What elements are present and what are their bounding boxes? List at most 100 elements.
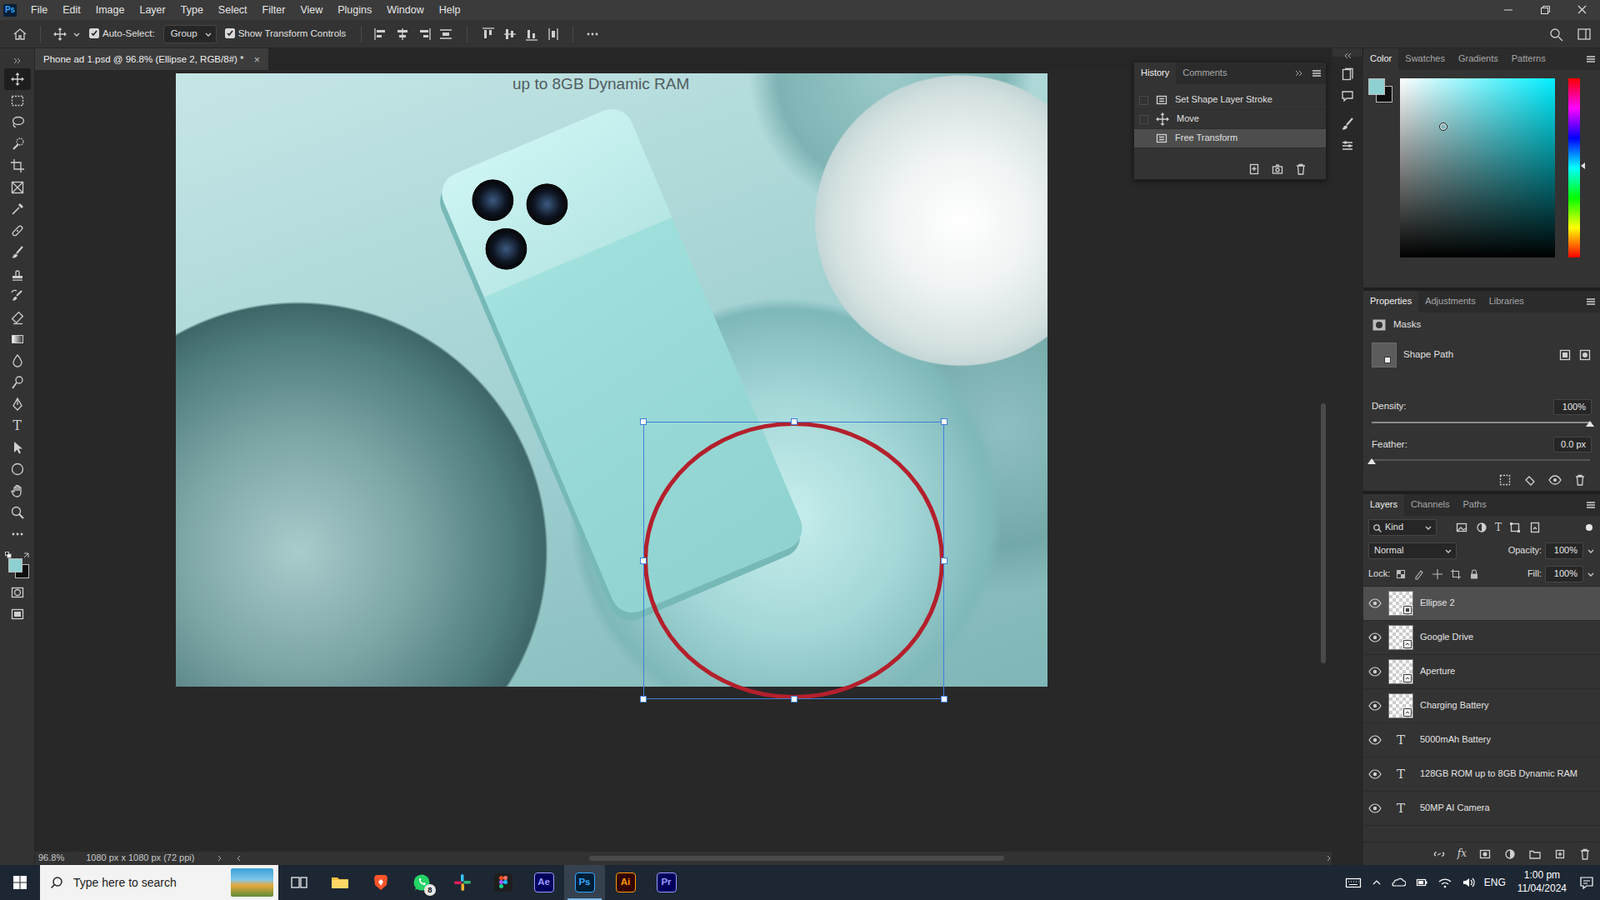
eye-icon[interactable]: [1368, 767, 1382, 781]
close-tab-button[interactable]: ×: [254, 53, 261, 67]
trash-icon[interactable]: [1294, 162, 1308, 176]
eye-icon[interactable]: [1368, 699, 1382, 713]
pathselect-tool[interactable]: [4, 436, 31, 459]
panel-menu-icon[interactable]: [1585, 295, 1597, 308]
properties-tab[interactable]: Properties: [1363, 290, 1419, 313]
brush-settings-icon[interactable]: [1340, 116, 1355, 132]
visibility-icon[interactable]: [1548, 473, 1562, 487]
align-icon[interactable]: [373, 26, 389, 42]
collapse-panels-icon[interactable]: [1340, 51, 1355, 60]
align-icon[interactable]: [480, 26, 496, 42]
color-picker-handle[interactable]: [1439, 122, 1448, 131]
eye-icon[interactable]: [1368, 699, 1382, 713]
collapse-panels-icon[interactable]: [1340, 51, 1355, 60]
add-vector-mask-icon[interactable]: [1578, 348, 1592, 362]
shape-filter-icon[interactable]: [1508, 520, 1522, 535]
lock-pixels-icon[interactable]: [1413, 568, 1425, 580]
stamp-tool[interactable]: [4, 263, 31, 285]
eye-icon[interactable]: [1368, 596, 1382, 610]
layer-row[interactable]: Aperture: [1363, 655, 1600, 690]
eye-icon[interactable]: [1368, 767, 1382, 781]
color-field[interactable]: [1400, 78, 1555, 258]
hue-slider[interactable]: [1568, 78, 1580, 258]
scrollbar-thumb[interactable]: [1320, 403, 1326, 664]
workspace-icon[interactable]: [1576, 26, 1592, 42]
more-options-icon[interactable]: [585, 26, 600, 42]
zoom-tool[interactable]: [4, 501, 31, 524]
chevron-right-icon[interactable]: [215, 854, 223, 863]
clock[interactable]: 1:00 pm11/04/2024: [1514, 869, 1570, 895]
fill-value[interactable]: 100%: [1545, 565, 1584, 582]
collapse-icon[interactable]: [12, 56, 23, 65]
eye-icon[interactable]: [1368, 733, 1382, 747]
menu-item[interactable]: View: [292, 4, 330, 17]
lock-transparency-icon[interactable]: [1395, 568, 1407, 580]
panel-menu-icon[interactable]: [1585, 53, 1597, 65]
auto-select-checkbox-box[interactable]: [89, 28, 100, 39]
vertical-scrollbar[interactable]: [1320, 70, 1327, 852]
layer-row[interactable]: T50MP AI Camera: [1363, 791, 1600, 826]
minimize-icon[interactable]: [1490, 0, 1527, 20]
workspace-icon[interactable]: [1576, 26, 1592, 42]
layer-row[interactable]: Google Drive: [1363, 620, 1600, 655]
gradient-tool[interactable]: [4, 328, 31, 350]
snapshot-source-box[interactable]: [1139, 115, 1149, 125]
new-group-icon[interactable]: [1528, 847, 1542, 861]
transform-handle[interactable]: [790, 418, 798, 425]
healing-tool[interactable]: [4, 220, 31, 242]
document-canvas[interactable]: up to 8GB Dynamic RAM: [175, 73, 1048, 687]
history-state[interactable]: Set Shape Layer Stroke: [1134, 90, 1326, 110]
new-document-icon[interactable]: [1247, 162, 1261, 176]
comments-icon[interactable]: [1340, 88, 1355, 104]
history-panel-icon[interactable]: [1340, 66, 1355, 82]
home-icon[interactable]: [11, 25, 29, 43]
collapse-icon[interactable]: [12, 56, 23, 65]
screen-mode-button[interactable]: [4, 603, 31, 625]
quick-mask-button[interactable]: [4, 581, 31, 604]
minimize-icon[interactable]: [1490, 0, 1527, 20]
battery-icon[interactable]: [1414, 875, 1430, 890]
foreground-swatch[interactable]: [8, 558, 23, 573]
properties-tab[interactable]: Libraries: [1482, 290, 1531, 313]
filter-toggle[interactable]: [1583, 521, 1595, 534]
align-icon[interactable]: [373, 26, 389, 42]
eye-icon[interactable]: [1368, 801, 1382, 815]
language-indicator[interactable]: ENG: [1484, 876, 1506, 889]
select-mask-icon[interactable]: [1558, 348, 1572, 362]
chevron-right-icon[interactable]: [215, 854, 223, 863]
onedrive-icon[interactable]: [1390, 875, 1406, 890]
transform-handle[interactable]: [640, 557, 647, 565]
delete-layer-icon[interactable]: [1578, 847, 1592, 861]
new-layer-icon[interactable]: [1553, 847, 1567, 861]
lock-position-icon[interactable]: [1431, 568, 1444, 580]
menu-item[interactable]: Edit: [55, 4, 89, 17]
layer-row[interactable]: T5000mAh Battery: [1363, 723, 1600, 758]
menu-item[interactable]: Help: [431, 4, 469, 17]
canvas-area[interactable]: up to 8GB Dynamic RAM: [35, 70, 1332, 852]
close-icon[interactable]: [1563, 0, 1600, 20]
new-group-icon[interactable]: [1528, 847, 1542, 861]
link-layers-icon[interactable]: [1432, 847, 1446, 861]
more-options-icon[interactable]: [585, 26, 600, 42]
hue-slider-marker[interactable]: [1580, 162, 1585, 170]
panel-menu-icon[interactable]: [1310, 67, 1323, 80]
load-selection-icon[interactable]: [1498, 473, 1512, 487]
align-icon[interactable]: [416, 26, 432, 42]
panel-menu-icon[interactable]: [1585, 295, 1597, 308]
type-filter-icon[interactable]: T: [1495, 521, 1502, 534]
menu-item[interactable]: Type: [173, 4, 211, 17]
color-panel-tab[interactable]: Gradients: [1451, 48, 1505, 70]
chevron-down-icon[interactable]: [72, 30, 81, 39]
snapshot-source-box[interactable]: [1139, 134, 1149, 144]
menu-item[interactable]: Window: [379, 4, 431, 17]
hand-tool[interactable]: [4, 480, 31, 502]
eye-icon[interactable]: [1368, 596, 1382, 610]
chevron-right-icon[interactable]: [1325, 854, 1332, 863]
search-icon[interactable]: [1548, 26, 1564, 42]
frame-tool[interactable]: [4, 176, 31, 199]
dodge-tool[interactable]: [4, 371, 31, 394]
ellipse-tool[interactable]: [4, 458, 31, 480]
color-panel-tab[interactable]: Patterns: [1505, 48, 1553, 70]
transform-controls-checkbox-box[interactable]: [225, 28, 235, 39]
align-icon[interactable]: [545, 26, 561, 42]
